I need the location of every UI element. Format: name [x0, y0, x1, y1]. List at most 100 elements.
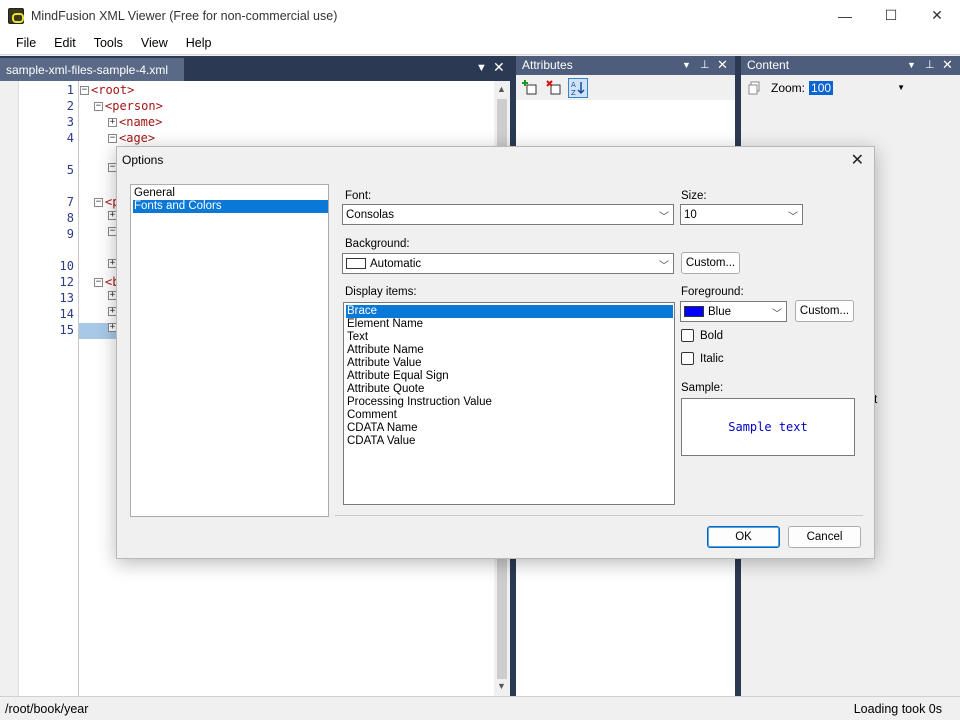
- display-item[interactable]: Comment: [346, 409, 673, 422]
- close-button[interactable]: ✕: [914, 0, 960, 31]
- menu-file[interactable]: File: [7, 36, 45, 50]
- chevron-down-icon: ﹀: [659, 261, 669, 272]
- attributes-pane-header: Attributes ▼ ⊥ ✕: [516, 56, 735, 75]
- menu-view[interactable]: View: [132, 36, 177, 50]
- scroll-down-icon[interactable]: ▼: [497, 681, 506, 691]
- display-item[interactable]: Attribute Equal Sign: [346, 370, 673, 383]
- content-title: Content: [747, 58, 790, 72]
- collapse-icon[interactable]: −: [94, 197, 103, 207]
- pin-icon[interactable]: ⊥: [700, 58, 710, 71]
- display-items-label: Display items:: [345, 286, 417, 298]
- content-pane-header: Content ▼ ⊥ ✕: [741, 56, 960, 75]
- add-attribute-icon[interactable]: [520, 78, 540, 98]
- foreground-custom-button[interactable]: Custom...: [795, 300, 854, 322]
- display-item[interactable]: Element Name: [346, 318, 673, 331]
- font-select[interactable]: Consolas ﹀: [342, 204, 674, 225]
- chevron-down-icon: ﹀: [659, 212, 669, 223]
- zoom-combo[interactable]: 100 ▼: [809, 79, 909, 97]
- collapse-icon[interactable]: −: [94, 277, 103, 287]
- line-number: 10: [59, 259, 74, 273]
- attributes-title: Attributes: [522, 58, 573, 72]
- line-number: 5: [66, 163, 74, 177]
- italic-checkbox[interactable]: Italic: [681, 352, 724, 365]
- size-label: Size:: [681, 190, 707, 202]
- remove-attribute-icon[interactable]: [544, 78, 564, 98]
- line-number: 3: [66, 115, 74, 129]
- display-item[interactable]: Brace: [346, 305, 673, 318]
- pane-close-icon[interactable]: ✕: [717, 57, 728, 73]
- foreground-label: Foreground:: [681, 286, 744, 298]
- category-general[interactable]: General: [133, 187, 328, 200]
- display-items-list[interactable]: Brace Element Name Text Attribute Name Attri…: [343, 302, 675, 505]
- expand-icon[interactable]: +: [108, 117, 117, 127]
- code-line[interactable]: − <age>: [108, 131, 155, 145]
- options-dialog: Options ✕ General Fonts and Colors Font:…: [116, 146, 875, 559]
- line-number: 15: [59, 323, 74, 337]
- line-number: 2: [66, 99, 74, 113]
- size-select[interactable]: 10 ﹀: [680, 204, 803, 225]
- menu-help[interactable]: Help: [177, 36, 221, 50]
- display-item[interactable]: Attribute Value: [346, 357, 673, 370]
- window-controls: — ☐ ✕: [822, 0, 960, 31]
- zoom-label: Zoom:: [771, 80, 806, 95]
- italic-checkbox-box[interactable]: [681, 352, 694, 365]
- dialog-close-icon[interactable]: ✕: [851, 150, 864, 170]
- collapse-icon[interactable]: −: [94, 101, 103, 111]
- document-tab[interactable]: sample-xml-files-sample-4.xml: [0, 58, 184, 81]
- ok-button[interactable]: OK: [707, 526, 780, 548]
- menu-edit[interactable]: Edit: [45, 36, 85, 50]
- pane-close-icon[interactable]: ✕: [942, 57, 953, 73]
- bold-checkbox[interactable]: Bold: [681, 329, 723, 342]
- display-item[interactable]: CDATA Value: [346, 435, 673, 448]
- line-number: 13: [59, 291, 74, 305]
- line-number: 4: [66, 131, 74, 145]
- zoom-value[interactable]: 100: [809, 80, 834, 95]
- menu-tools[interactable]: Tools: [85, 36, 132, 50]
- collapse-icon[interactable]: −: [108, 133, 117, 143]
- code-line[interactable]: − <person>: [94, 99, 163, 113]
- status-bar: /root/book/year Loading took 0s: [0, 696, 960, 720]
- code-line[interactable]: − <root>: [80, 83, 134, 97]
- pin-icon[interactable]: ⊥: [925, 58, 935, 71]
- display-item[interactable]: CDATA Name: [346, 422, 673, 435]
- code-text: <age>: [119, 131, 156, 145]
- size-value: 10: [684, 208, 697, 221]
- sort-az-icon[interactable]: AZ: [568, 77, 588, 98]
- minimize-button[interactable]: —: [822, 0, 868, 31]
- dialog-separator: [335, 515, 863, 516]
- content-toolbar: Zoom: 100 ▼: [741, 75, 960, 100]
- tab-close-icon[interactable]: ✕: [493, 59, 505, 76]
- pane-dropdown-icon[interactable]: ▼: [682, 60, 691, 70]
- status-path: /root/book/year: [5, 701, 89, 716]
- zoom-dropdown-icon[interactable]: ▼: [897, 83, 905, 92]
- line-number: 1: [66, 83, 74, 97]
- line-number-gutter: 1 2 3 4 5 7 8 9 10 12 13 14 15: [19, 81, 79, 696]
- display-item[interactable]: Text: [346, 331, 673, 344]
- category-fonts-and-colors[interactable]: Fonts and Colors: [133, 200, 328, 213]
- background-select[interactable]: Automatic ﹀: [342, 253, 674, 274]
- tab-dropdown-icon[interactable]: ▼: [476, 62, 487, 74]
- svg-text:A: A: [571, 81, 576, 89]
- display-item[interactable]: Attribute Quote: [346, 383, 673, 396]
- window-title: MindFusion XML Viewer (Free for non-comm…: [31, 8, 338, 23]
- code-line[interactable]: + <name>: [108, 115, 162, 129]
- font-value: Consolas: [346, 208, 394, 221]
- scroll-up-icon[interactable]: ▲: [497, 84, 506, 94]
- line-number: 8: [66, 211, 74, 225]
- code-text: <root>: [91, 83, 135, 97]
- display-item[interactable]: Attribute Name: [346, 344, 673, 357]
- collapse-icon[interactable]: −: [80, 85, 89, 95]
- category-list[interactable]: General Fonts and Colors: [130, 184, 329, 517]
- sample-text: Sample text: [728, 420, 808, 434]
- sample-label: Sample:: [681, 382, 724, 394]
- background-label: Background:: [345, 238, 410, 250]
- maximize-button[interactable]: ☐: [868, 0, 914, 31]
- display-item[interactable]: Processing Instruction Value: [346, 396, 673, 409]
- copy-icon[interactable]: [745, 78, 765, 98]
- foreground-select[interactable]: Blue ﹀: [680, 301, 787, 322]
- pane-dropdown-icon[interactable]: ▼: [907, 60, 916, 70]
- bold-checkbox-box[interactable]: [681, 329, 694, 342]
- status-timing: Loading took 0s: [853, 701, 942, 716]
- cancel-button[interactable]: Cancel: [788, 526, 861, 548]
- background-custom-button[interactable]: Custom...: [681, 252, 740, 274]
